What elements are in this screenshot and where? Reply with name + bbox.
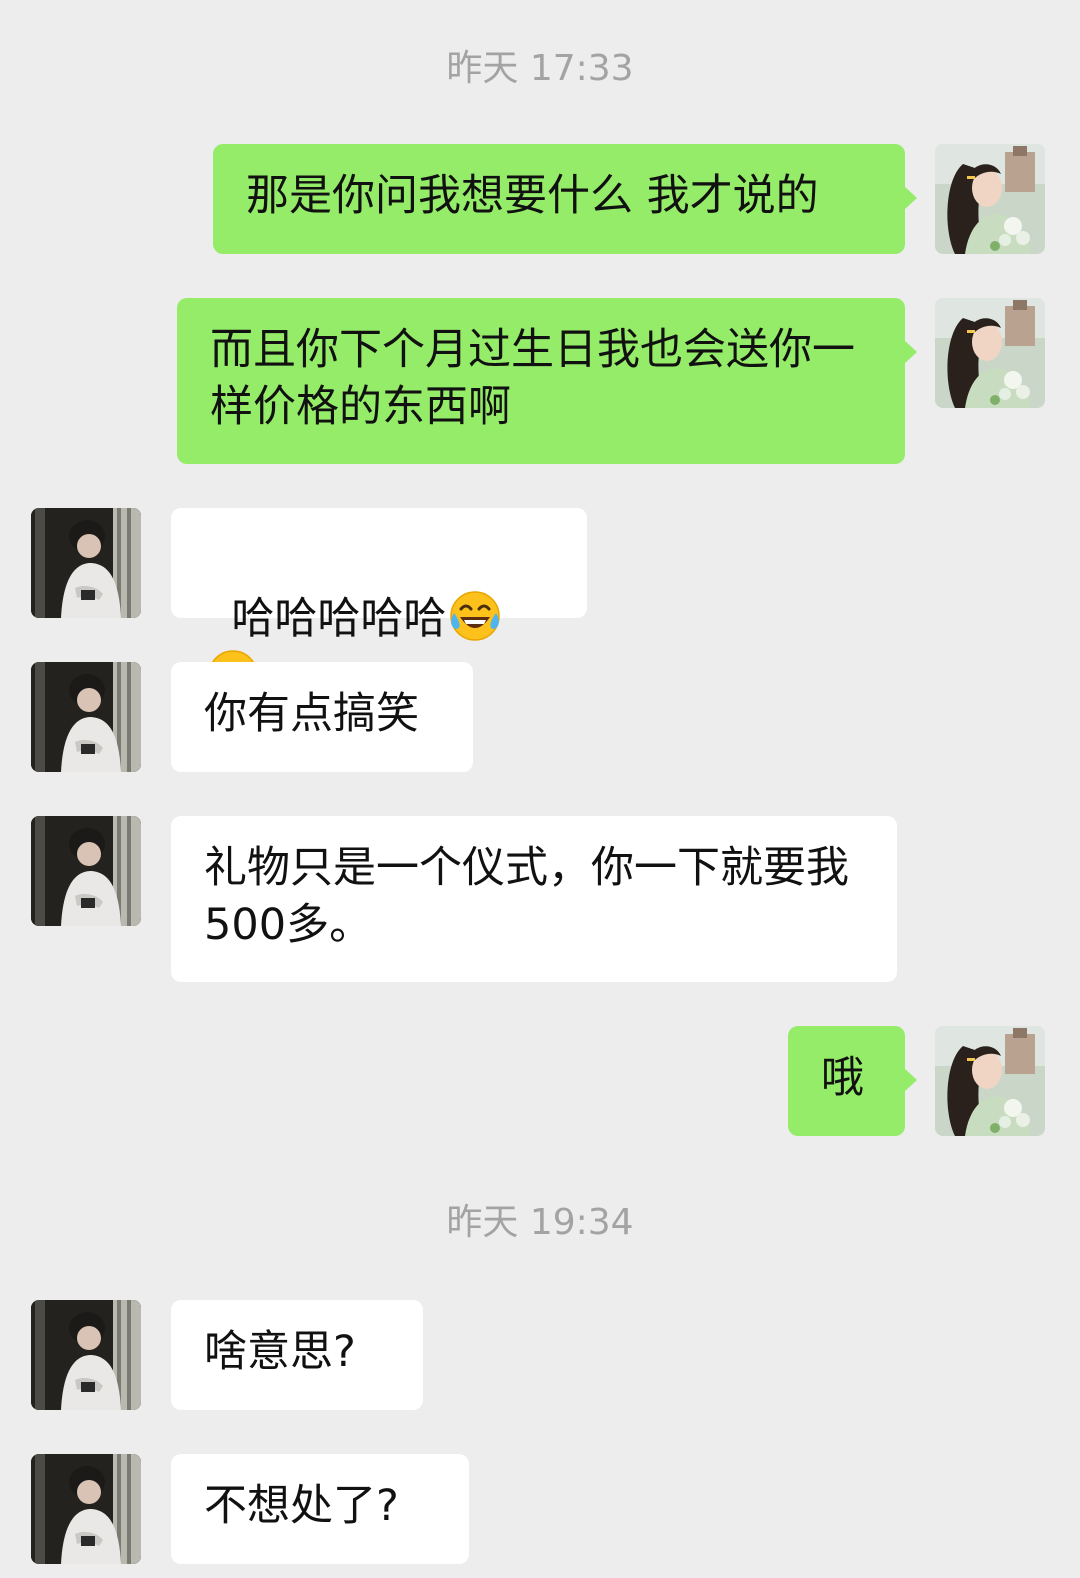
message-bubble-self[interactable]: 那是你问我想要什么 我才说的 [213, 144, 917, 254]
timestamp: 昨天 19:34 [446, 1202, 634, 1243]
contact-avatar[interactable] [31, 816, 141, 926]
contact-avatar[interactable] [31, 1454, 141, 1564]
contact-avatar[interactable] [31, 1300, 141, 1410]
message-text: 哈哈哈哈哈 [231, 594, 447, 644]
message-bubble-other[interactable]: 哈哈哈哈哈 [171, 508, 587, 618]
message-bubble-other[interactable]: 啥意思? [171, 1300, 423, 1410]
timestamp: 昨天 17:33 [446, 48, 634, 89]
self-avatar[interactable] [935, 144, 1045, 254]
self-avatar[interactable] [935, 1026, 1045, 1136]
message-bubble-self[interactable]: 而且你下个月过生日我也会送你一样价格的东西啊 [177, 298, 917, 464]
message-bubble-other[interactable]: 你有点搞笑 [171, 662, 473, 772]
contact-avatar[interactable] [31, 662, 141, 772]
message-bubble-other[interactable]: 礼物只是一个仪式，你一下就要我500多。 [171, 816, 897, 982]
contact-avatar[interactable] [31, 508, 141, 618]
message-bubble-other[interactable]: 不想处了? [171, 1454, 469, 1564]
message-bubble-self[interactable]: 哦 [788, 1026, 917, 1136]
self-avatar[interactable] [935, 298, 1045, 408]
face-with-tears-of-joy-icon [448, 589, 502, 643]
